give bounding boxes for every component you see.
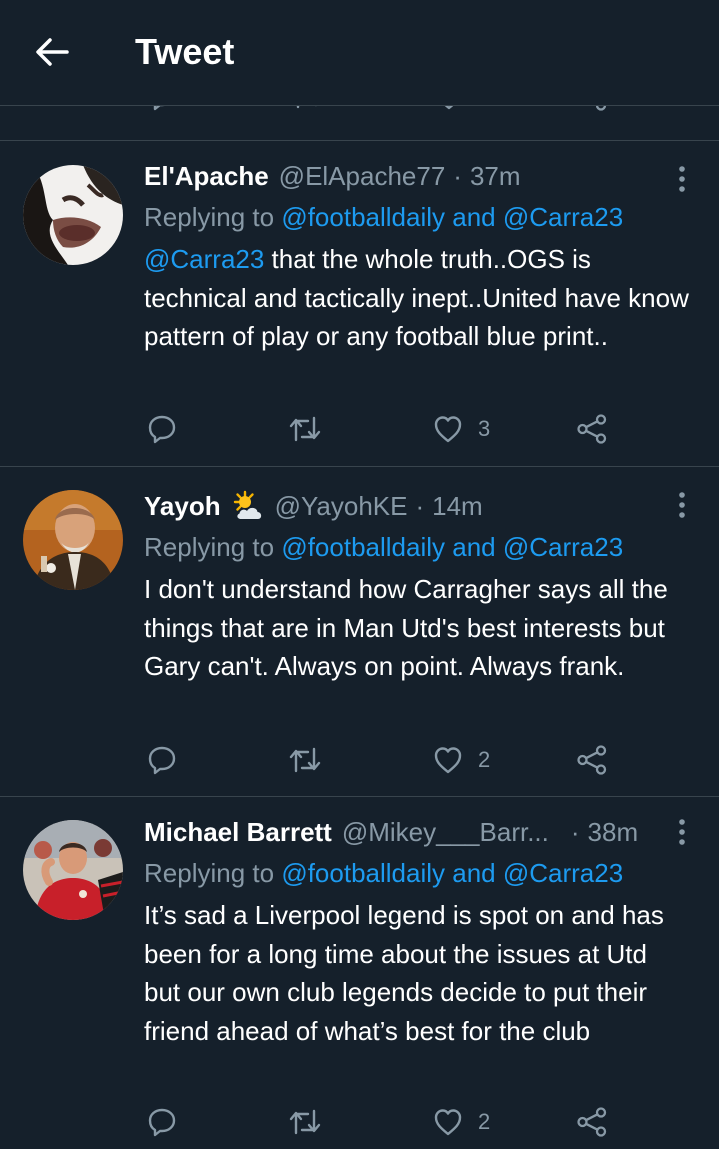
page-title: Tweet (135, 31, 235, 72)
reply-button[interactable] (146, 740, 178, 780)
replying-to: Replying to @footballdaily and @Carra23 (144, 198, 689, 236)
tweet-text: I don't understand how Carragher says al… (144, 574, 668, 681)
tweet-text: It’s sad a Liverpool legend is spot on a… (144, 900, 664, 1046)
tweet-content: Yayoh @YayohKE · 14m Replying to @footba… (144, 488, 689, 686)
top-bar: Tweet (0, 0, 719, 106)
reply-icon (148, 1108, 176, 1137)
retweet-button[interactable] (288, 740, 322, 780)
separator-dot: · (570, 816, 580, 847)
avatar-image (23, 820, 123, 920)
tweet-time[interactable]: 14m (432, 491, 483, 522)
replying-to-label: Replying to (144, 858, 282, 888)
separator-dot: · (453, 160, 462, 191)
tweet-time[interactable]: 38m (588, 817, 639, 848)
retweet-icon (289, 416, 321, 442)
separator-dot: · (415, 490, 425, 521)
user-handle[interactable]: @ElApache77 (279, 161, 446, 192)
like-button[interactable]: 3 (432, 409, 490, 449)
avatar[interactable] (23, 165, 123, 265)
reply-icon (148, 746, 176, 775)
sun-behind-cloud-icon (231, 490, 265, 522)
share-icon (577, 745, 607, 775)
avatar-image (23, 490, 123, 590)
retweet-button[interactable] (288, 409, 322, 449)
tweet-header: El'Apache @ElApache77 · 37m (144, 158, 689, 194)
reply-mentions-link[interactable]: @footballdaily and @Carra23 (281, 858, 623, 888)
heart-icon (434, 416, 462, 443)
replying-to-label: Replying to (144, 202, 282, 232)
reply-icon (148, 415, 176, 444)
replying-to: Replying to @footballdaily and @Carra23 (144, 528, 689, 566)
retweet-button[interactable] (288, 1102, 322, 1142)
tweet[interactable]: Yayoh @YayohKE · 14m Replying to @footba… (0, 467, 719, 797)
avatar[interactable] (23, 820, 123, 920)
user-handle[interactable]: @YayohKE (275, 491, 408, 522)
replying-to-label: Replying to (144, 532, 282, 562)
replying-to: Replying to @footballdaily and @Carra23 (144, 854, 689, 892)
heart-icon (434, 1109, 462, 1136)
like-count: 2 (478, 1109, 491, 1134)
mention-link[interactable]: @Carra23 (144, 244, 264, 274)
user-name[interactable]: Michael Barrett (144, 817, 332, 848)
heart-icon (434, 747, 462, 774)
tweet-actions: 2 (0, 1102, 719, 1142)
share-button[interactable] (576, 740, 608, 780)
share-icon (577, 1107, 607, 1137)
reply-button[interactable] (146, 1102, 178, 1142)
reply-mentions-link[interactable]: @footballdaily and @Carra23 (281, 532, 623, 562)
reply-button[interactable] (146, 409, 178, 449)
share-icon (577, 414, 607, 444)
tweet-header: Yayoh @YayohKE · 14m (144, 488, 689, 524)
tweet-actions: 2 (0, 740, 719, 780)
tweet[interactable]: Michael Barrett @Mikey___Barr... · 38m R… (0, 797, 719, 1149)
tweet-actions: 3 (0, 409, 719, 449)
like-count: 2 (478, 747, 491, 772)
user-name[interactable]: El'Apache (144, 161, 269, 192)
like-button[interactable]: 2 (432, 1102, 490, 1142)
user-name[interactable]: Yayoh (144, 491, 221, 522)
tweet[interactable]: El'Apache @ElApache77 · 37m Replying to … (0, 141, 719, 467)
share-button[interactable] (576, 409, 608, 449)
tweet-text: @Carra23 that the whole truth..OGS is te… (144, 240, 689, 356)
like-button[interactable]: 2 (432, 740, 490, 780)
arrow-left-icon (36, 38, 69, 66)
retweet-icon (289, 1109, 321, 1135)
share-button[interactable] (576, 1102, 608, 1142)
tweet-time[interactable]: 37m (470, 161, 521, 192)
user-handle[interactable]: @Mikey___Barr... (342, 817, 549, 848)
tweet-content: El'Apache @ElApache77 · 37m Replying to … (144, 158, 689, 356)
like-count: 3 (478, 416, 491, 441)
back-button[interactable] (30, 30, 74, 74)
retweet-icon (289, 747, 321, 773)
reply-mentions-link[interactable]: @footballdaily and @Carra23 (281, 202, 623, 232)
avatar[interactable] (23, 490, 123, 590)
avatar-image (23, 165, 123, 265)
tweet-content: Michael Barrett @Mikey___Barr... · 38m R… (144, 814, 689, 1050)
tweet-header: Michael Barrett @Mikey___Barr... · 38m (144, 814, 689, 850)
